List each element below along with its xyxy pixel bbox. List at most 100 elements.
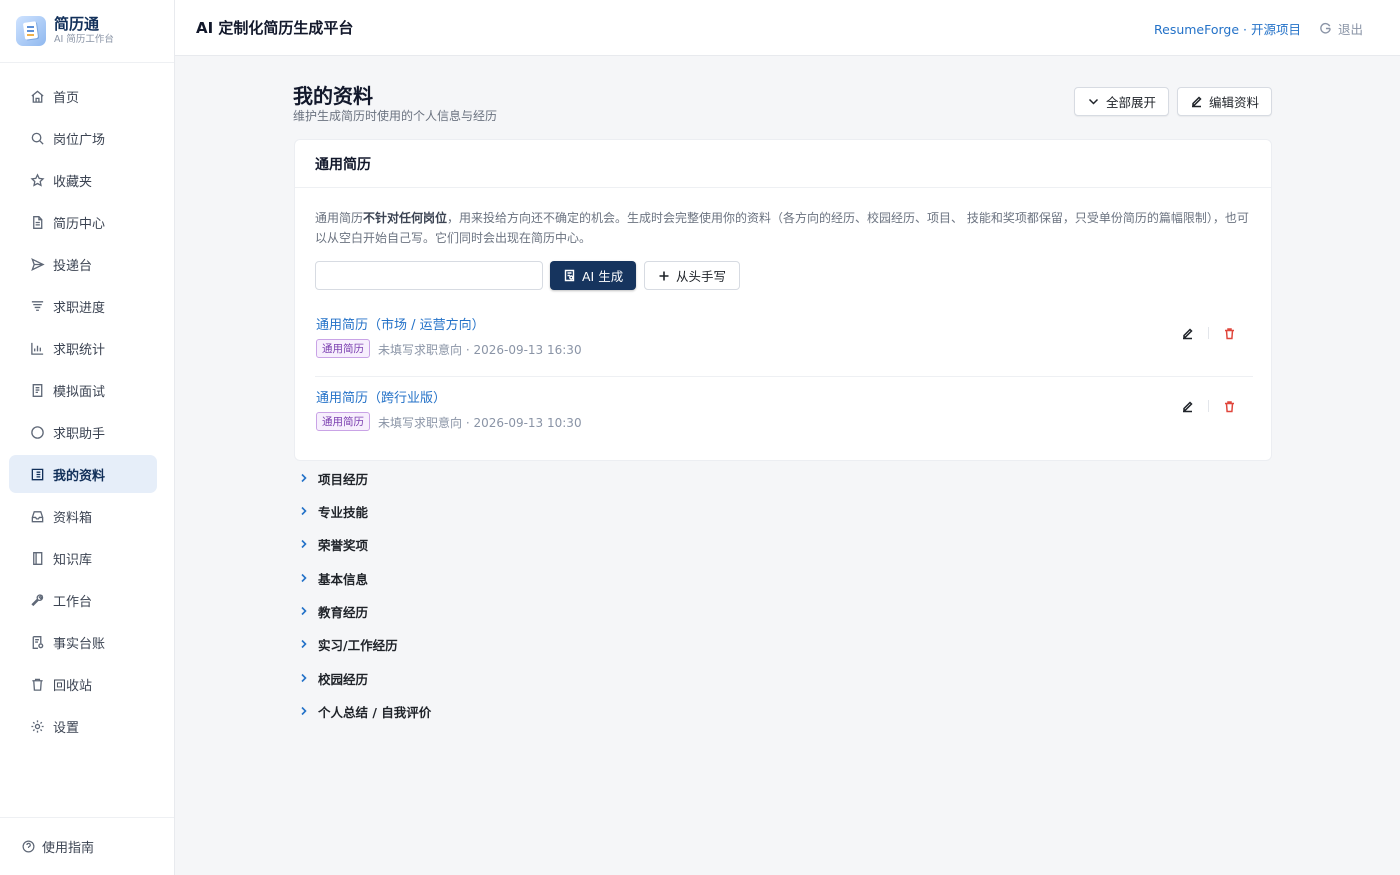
section-self-summary[interactable]: 个人总结 / 自我评价 (299, 700, 431, 722)
sidebar-item-label: 求职进度 (53, 300, 106, 316)
sidebar-item-statistics[interactable]: 求职统计 (9, 329, 157, 367)
section-projects[interactable]: 项目经历 (299, 467, 368, 489)
pencil-icon (1182, 327, 1193, 339)
pencil-icon (1192, 96, 1202, 108)
wrench-icon (29, 592, 45, 608)
section-basic-info[interactable]: 基本信息 (299, 567, 368, 589)
resume-title-link[interactable]: 通用简历（市场 / 运营方向） (316, 314, 485, 333)
resume-type-badge: 通用简历 (316, 339, 370, 358)
sidebar-item-label: 收藏夹 (53, 174, 93, 190)
expand-all-button[interactable]: 全部展开 (1074, 87, 1170, 116)
section-campus[interactable]: 校园经历 (299, 667, 368, 689)
section-education[interactable]: 教育经历 (299, 600, 368, 622)
sidebar-item-label: 岗位广场 (53, 132, 106, 148)
header-actions: ResumeForge · 开源项目 退出 (1154, 0, 1363, 56)
book-icon (29, 550, 45, 566)
sidebar-item-my-profile[interactable]: 我的资料 (9, 455, 157, 493)
sidebar-item-home[interactable]: 首页 (9, 77, 157, 115)
logout-label: 退出 (1337, 21, 1363, 37)
resume-title-link[interactable]: 通用简历（跨行业版） (316, 387, 446, 406)
section-title: 实习/工作经历 (318, 637, 398, 653)
star-icon (29, 172, 45, 188)
section-title: 项目经历 (318, 471, 369, 487)
sidebar-item-label: 求职统计 (53, 342, 106, 358)
sidebar-item-settings[interactable]: 设置 (9, 707, 157, 745)
edit-resume-button[interactable] (1179, 325, 1195, 341)
delete-resume-button[interactable] (1221, 325, 1237, 341)
search-icon (29, 130, 45, 146)
trash-icon (29, 676, 45, 692)
sidebar-item-job-square[interactable]: 岗位广场 (9, 119, 157, 157)
chevron-right-icon (301, 573, 307, 583)
pencil-icon (1182, 400, 1193, 412)
chevron-right-icon (301, 706, 307, 716)
general-resume-heading: 通用简历 (295, 140, 1271, 188)
sidebar-item-workbench[interactable]: 工作台 (9, 581, 157, 619)
delete-resume-button[interactable] (1221, 398, 1237, 414)
general-resume-description: 通用简历不针对任何岗位，用来投给方向还不确定的机会。生成时会完整使用你的资料（各… (315, 208, 1255, 248)
sidebar-item-favorites[interactable]: 收藏夹 (9, 161, 157, 199)
resume-list-item: 通用简历（市场 / 运营方向） 通用简历 未填写求职意向 · 2026-09-1… (315, 305, 1253, 377)
sidebar-item-label: 求职助手 (53, 426, 106, 442)
sidebar-item-recycle-bin[interactable]: 回收站 (9, 665, 157, 703)
chevron-right-icon (301, 506, 307, 516)
file-icon (29, 214, 45, 230)
resume-name-input[interactable] (315, 261, 543, 290)
ledger-icon (29, 634, 45, 650)
page-title: 我的资料 (293, 84, 373, 108)
sidebar-item-delivery[interactable]: 投递台 (9, 245, 157, 283)
logout-button[interactable]: 退出 (1319, 19, 1363, 38)
sidebar-item-label: 设置 (53, 720, 80, 736)
sidebar-item-mock-interview[interactable]: 模拟面试 (9, 371, 157, 409)
open-source-repo-link[interactable]: ResumeForge · 开源项目 (1154, 19, 1301, 38)
section-title: 校园经历 (318, 671, 369, 687)
send-icon (29, 256, 45, 272)
sidebar-item-label: 事实台账 (53, 636, 106, 652)
sidebar-item-assistant[interactable]: 求职助手 (9, 413, 157, 451)
section-work-experience[interactable]: 实习/工作经历 (299, 633, 398, 655)
general-resume-card: 通用简历 通用简历不针对任何岗位，用来投给方向还不确定的机会。生成时会完整使用你… (294, 139, 1272, 461)
section-skills[interactable]: 专业技能 (299, 500, 368, 522)
app-logo (16, 16, 46, 46)
user-guide-label: 使用指南 (42, 841, 95, 856)
sidebar-item-inbox[interactable]: 资料箱 (9, 497, 157, 535)
top-header: AI 定制化简历生成平台 ResumeForge · 开源项目 退出 (175, 0, 1400, 56)
interview-doc-icon (29, 382, 45, 398)
sidebar-item-resume-center[interactable]: 简历中心 (9, 203, 157, 241)
brand[interactable]: 简历通 AI 简历工作台 (0, 0, 174, 63)
edit-profile-label: 编辑资料 (1209, 95, 1260, 110)
write-from-scratch-label: 从头手写 (676, 269, 727, 284)
section-title: 专业技能 (318, 504, 369, 520)
sidebar-item-knowledge-base[interactable]: 知识库 (9, 539, 157, 577)
sidebar-item-label: 投递台 (53, 258, 93, 274)
sidebar-item-fact-ledger[interactable]: 事实台账 (9, 623, 157, 661)
brand-name: 简历通 (54, 15, 100, 33)
ai-generate-button[interactable]: AI 生成 (550, 261, 637, 290)
chevron-right-icon (301, 473, 307, 483)
expand-all-label: 全部展开 (1106, 95, 1157, 110)
edit-profile-button[interactable]: 编辑资料 (1177, 87, 1273, 116)
sidebar-item-progress[interactable]: 求职进度 (9, 287, 157, 325)
chat-bubble-icon (29, 424, 45, 440)
ai-doc-icon (564, 269, 575, 282)
sidebar-item-label: 工作台 (53, 594, 93, 610)
sidebar-item-label: 资料箱 (53, 510, 93, 526)
edit-resume-button[interactable] (1179, 398, 1195, 414)
trash-icon (1224, 400, 1234, 412)
description-emphasis: 不针对任何岗位 (363, 211, 448, 225)
bar-chart-icon (29, 340, 45, 356)
logout-icon (1320, 22, 1331, 34)
sidebar-item-label: 模拟面试 (53, 384, 106, 400)
plus-icon (659, 271, 669, 280)
resume-list-item: 通用简历（跨行业版） 通用简历 未填写求职意向 · 2026-09-13 10:… (315, 378, 1253, 450)
app-title: AI 定制化简历生成平台 (196, 19, 354, 37)
profile-list-icon (29, 466, 45, 482)
action-divider (1208, 327, 1209, 339)
chevron-right-icon (301, 673, 307, 683)
sidebar-item-label: 简历中心 (53, 216, 106, 232)
section-honors[interactable]: 荣誉奖项 (299, 533, 368, 555)
write-from-scratch-button[interactable]: 从头手写 (644, 261, 741, 290)
user-guide-link[interactable]: 使用指南 (0, 817, 174, 875)
sidebar-item-label: 回收站 (53, 678, 93, 694)
description-prefix: 通用简历 (315, 211, 364, 225)
